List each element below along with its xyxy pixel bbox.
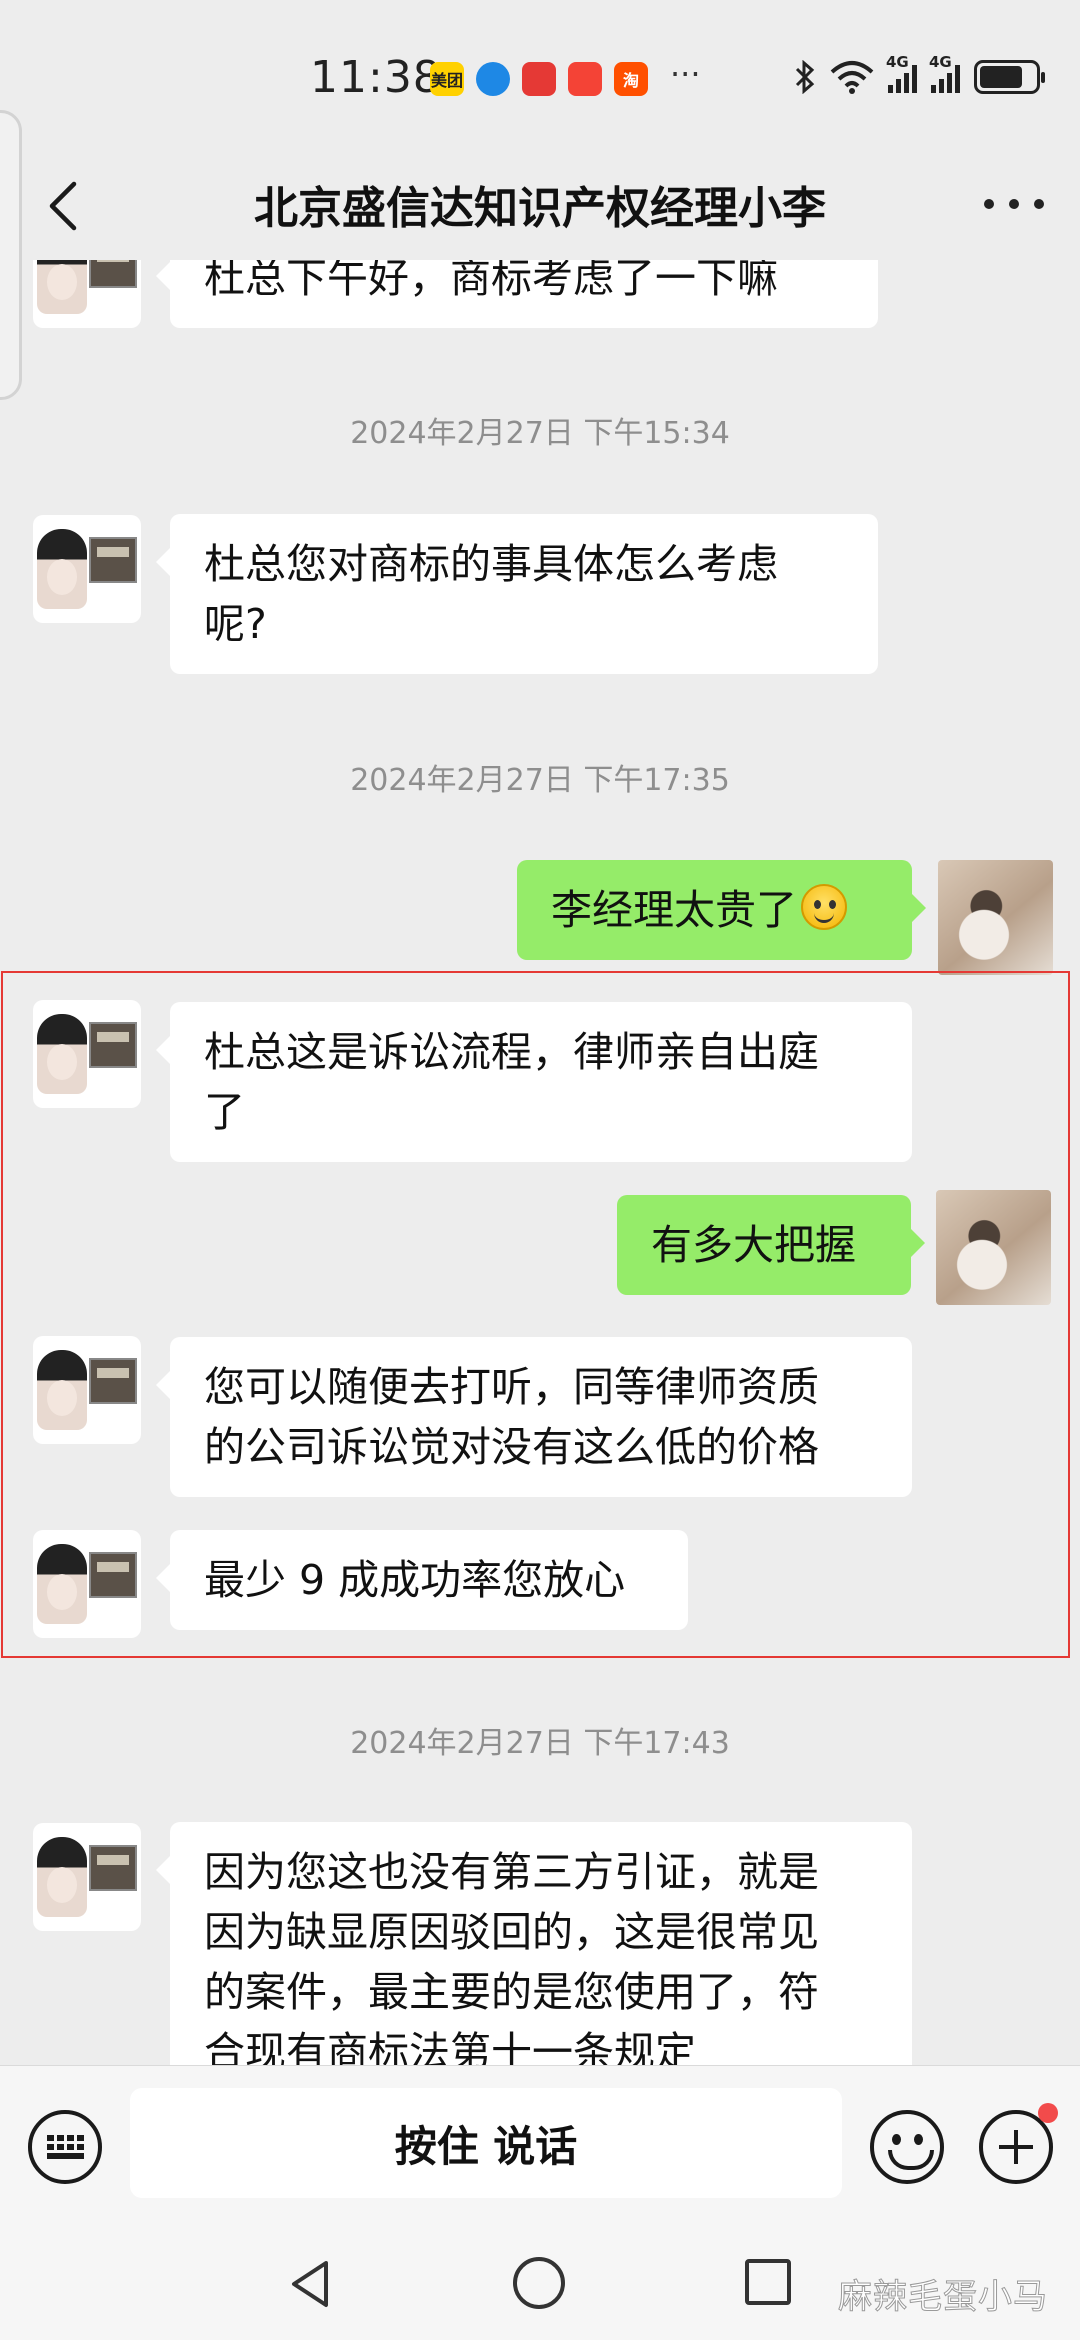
keyboard-toggle-icon[interactable]: [28, 2110, 102, 2184]
battery-level: [980, 66, 1023, 88]
highlight-box: [1, 971, 1070, 1658]
my-avatar[interactable]: [938, 860, 1053, 975]
battery-icon: [974, 60, 1045, 94]
more-notifications-indicator: ···: [670, 55, 701, 93]
watermark: 麻辣毛蛋小马: [838, 2277, 1048, 2318]
system-indicators: 4G 4G: [794, 53, 1045, 94]
nav-recents-icon[interactable]: [745, 2259, 791, 2305]
meituan-app-icon: 美团: [430, 62, 464, 96]
input-bar: 按住 说话: [0, 2065, 1080, 2225]
message-timestamp: 2024年2月27日 下午15:34: [350, 416, 730, 451]
message-bubble-incoming[interactable]: 因为您这也没有第三方引证，就是 因为缺显原因驳回的，这是很常见 的案件，最主要的…: [156, 1822, 912, 2065]
emoji-icon[interactable]: [870, 2110, 944, 2184]
wifi-icon: [830, 61, 874, 94]
bluetooth-icon: [795, 60, 815, 94]
message-timestamp: 2024年2月27日 下午17:35: [350, 763, 730, 798]
notification-app-icons: 美团 淘: [430, 62, 648, 96]
nav-back-icon[interactable]: [288, 2259, 332, 2309]
status-bar: 11:38 美团 淘 ··· 4G 4G: [0, 0, 1080, 150]
chat-title: 北京盛信达知识产权经理小李: [254, 183, 826, 234]
signal-strength-icon: 4G: [886, 53, 917, 93]
contact-avatar[interactable]: [33, 1823, 141, 1931]
more-options-icon[interactable]: [984, 176, 1044, 232]
notification-dot: [1038, 2103, 1058, 2123]
message-bubble-outgoing[interactable]: 李经理太贵了: [517, 860, 926, 960]
browser-app-icon: [476, 62, 510, 96]
network-type-label: 4G: [886, 53, 909, 71]
navigation-bar: 麻辣毛蛋小马: [0, 2225, 1080, 2340]
smile-emoji-icon: [801, 884, 847, 930]
chat-header: 北京盛信达知识产权经理小李: [0, 150, 1080, 260]
hold-to-talk-button[interactable]: 按住 说话: [130, 2088, 842, 2198]
red-app-icon: [522, 62, 556, 96]
message-timestamp: 2024年2月27日 下午17:43: [350, 1726, 730, 1761]
network-type-label: 4G: [929, 53, 952, 71]
status-time: 11:38: [310, 52, 442, 103]
nav-home-icon[interactable]: [513, 2257, 565, 2309]
message-text: 李经理太贵了: [551, 886, 797, 934]
floating-window-handle[interactable]: [0, 110, 22, 400]
contact-avatar[interactable]: [33, 515, 141, 623]
message-bubble-incoming[interactable]: 杜总您对商标的事具体怎么考虑 呢?: [156, 514, 878, 674]
chat-area[interactable]: 杜总下午好，商标考虑了一下嘛 2024年2月27日 下午15:34 杜总您对商标…: [0, 0, 1080, 2065]
taobao-app-icon: 淘: [614, 62, 648, 96]
huawei-app-icon: [568, 62, 602, 96]
signal-strength-icon: 4G: [929, 53, 960, 93]
